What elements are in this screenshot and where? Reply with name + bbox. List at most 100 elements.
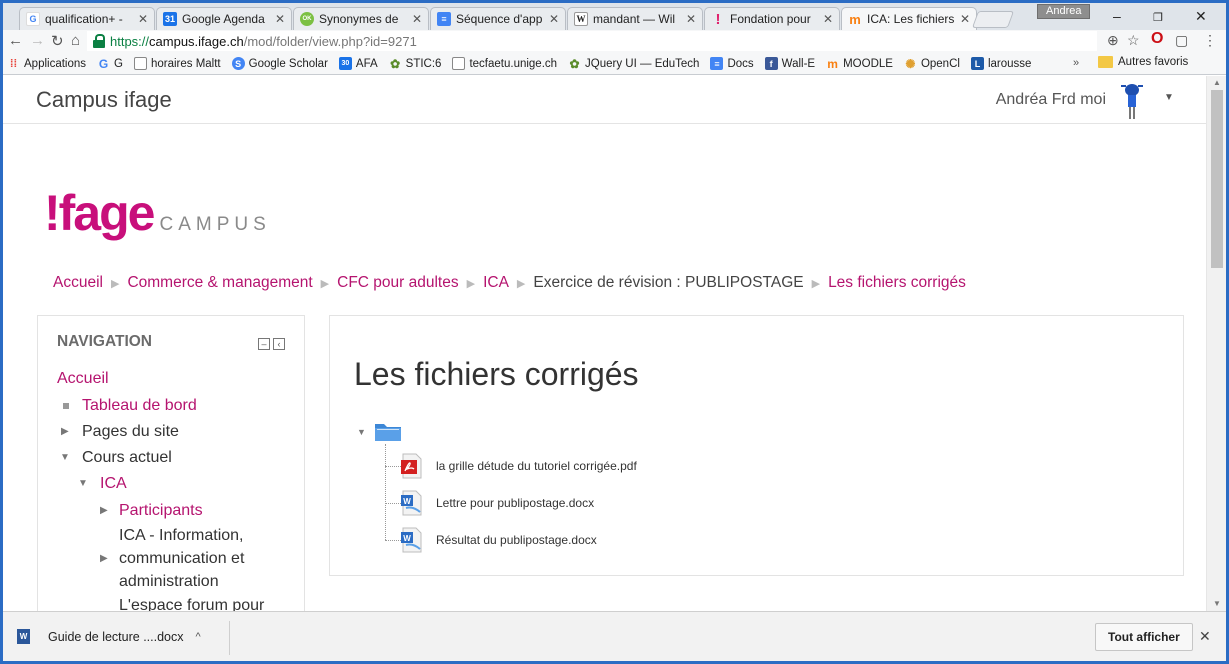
facebook-icon: f <box>764 57 778 70</box>
bookmark-star-icon[interactable]: ☆ <box>1127 32 1140 49</box>
window-close-icon[interactable]: ✕ <box>1195 8 1207 25</box>
breadcrumb-course[interactable]: ICA <box>483 274 509 291</box>
opera-icon[interactable]: O <box>1151 30 1163 48</box>
close-icon[interactable]: ✕ <box>275 12 285 26</box>
bookmark-item[interactable]: Llarousse <box>970 57 1032 70</box>
bookmark-item[interactable]: f Wall-E <box>764 57 815 70</box>
expand-icon[interactable]: ▶ <box>100 553 108 564</box>
avatar[interactable] <box>1115 79 1149 123</box>
folder-icon <box>375 424 401 441</box>
breadcrumb-category[interactable]: Commerce & management <box>127 274 312 291</box>
show-all-button[interactable]: Tout afficher <box>1095 623 1193 651</box>
close-icon[interactable]: ✕ <box>960 12 970 26</box>
file-item[interactable]: W Résultat du publipostage.docx <box>400 527 597 553</box>
breadcrumb-home[interactable]: Accueil <box>53 274 103 291</box>
file-item[interactable]: la grille détude du tutoriel corrigée.pd… <box>400 453 637 479</box>
google-icon: G <box>26 12 40 26</box>
tree-connector <box>385 503 401 504</box>
collapse-icon[interactable]: ▼ <box>357 427 366 437</box>
bookmark-item[interactable]: ✺ OpenCl <box>904 57 960 71</box>
collapse-block-icon[interactable]: – <box>258 338 270 350</box>
new-tab-button[interactable] <box>971 11 1015 28</box>
navigation-title: NAVIGATION <box>57 333 153 350</box>
address-bar[interactable]: https://campus.ifage.ch/mod/folder/view.… <box>87 31 1097 51</box>
collapse-icon[interactable]: ▼ <box>60 452 70 463</box>
scroll-down-icon[interactable]: ▼ <box>1213 599 1221 608</box>
breadcrumb-separator-icon: ▶ <box>466 278 476 290</box>
tab-6-active[interactable]: m ICA: Les fichiers ✕ <box>841 7 977 30</box>
bookmark-item[interactable]: tecfaetu.unige.ch <box>452 57 557 70</box>
scroll-up-icon[interactable]: ▲ <box>1213 78 1221 87</box>
tab-0[interactable]: Gqualification+ - ✕ <box>19 7 155 30</box>
close-icon[interactable]: ✕ <box>138 12 148 26</box>
tab-5[interactable]: ! Fondation pour ✕ <box>704 7 840 30</box>
nav-home[interactable]: Accueil <box>57 370 109 388</box>
reload-icon[interactable]: ↻ <box>51 32 64 50</box>
nav-current-course[interactable]: Cours actuel <box>82 449 172 467</box>
docs-icon: ≡ <box>710 57 724 70</box>
breadcrumb-separator-icon: ▶ <box>516 278 526 290</box>
close-shelf-icon[interactable]: ✕ <box>1199 628 1211 645</box>
close-icon[interactable]: ✕ <box>686 12 696 26</box>
moodle-icon: m <box>849 11 861 27</box>
google-icon: G <box>98 56 109 71</box>
tab-1[interactable]: 31 Google Agenda ✕ <box>156 7 292 30</box>
home-icon[interactable]: ⌂ <box>71 32 80 49</box>
nav-section-forum[interactable]: L'espace forum pour <box>119 597 264 611</box>
bookmark-item[interactable]: S Google Scholar <box>231 57 328 70</box>
close-icon[interactable]: ✕ <box>823 12 833 26</box>
bookmark-item[interactable]: ✿ JQuery UI — EduTech <box>568 57 700 71</box>
bookmarks-overflow-button[interactable]: » <box>1073 57 1079 69</box>
tab-label: mandant — Wil <box>593 12 676 26</box>
file-item[interactable]: W Lettre pour publipostage.docx <box>400 490 594 516</box>
download-item[interactable]: W Guide de lecture ....docx ^ <box>17 629 201 644</box>
bookmark-item[interactable]: GG <box>97 56 123 71</box>
back-icon[interactable]: ← <box>8 32 23 49</box>
chevron-down-icon[interactable]: ▼ <box>1164 92 1174 103</box>
zoom-icon[interactable]: ⊕ <box>1107 32 1119 49</box>
other-bookmarks[interactable]: Autres favoris <box>1098 56 1188 68</box>
scrollbar-thumb[interactable] <box>1211 90 1223 268</box>
minimize-icon[interactable]: – <box>1113 8 1121 24</box>
bookmark-label: larousse <box>987 57 1032 70</box>
close-icon[interactable]: ✕ <box>412 12 422 26</box>
bookmark-label: horaires Maltt <box>150 57 221 70</box>
docs-icon: ≡ <box>437 12 451 26</box>
bookmark-item[interactable]: horaires Maltt <box>133 57 221 70</box>
dock-block-icon[interactable]: ‹ <box>273 338 285 350</box>
bookmark-item[interactable]: 30 AFA <box>338 57 378 70</box>
user-name[interactable]: Andréa Frd moi <box>996 91 1106 109</box>
expand-icon[interactable]: ▶ <box>100 505 108 516</box>
browser-window: Gqualification+ - ✕ 31 Google Agenda ✕ OK Sy… <box>3 3 1226 661</box>
ifage-logo[interactable]: !fage CAMPUS <box>44 184 271 242</box>
nav-site-pages[interactable]: Pages du site <box>82 423 179 441</box>
expand-icon[interactable]: ▶ <box>61 426 69 437</box>
site-brand[interactable]: Campus ifage <box>36 87 172 113</box>
breadcrumb-subcategory[interactable]: CFC pour adultes <box>337 274 458 291</box>
profile-badge[interactable]: Andrea <box>1037 4 1091 19</box>
menu-icon[interactable]: ⋮ <box>1203 32 1217 49</box>
nav-section-line3[interactable]: administration <box>119 573 219 591</box>
nav-course-ica[interactable]: ICA <box>100 475 127 493</box>
tab-4[interactable]: Wmandant — Wil ✕ <box>567 7 703 30</box>
collapse-icon[interactable]: ▼ <box>78 478 88 489</box>
bookmark-label: MOODLE <box>843 57 893 70</box>
extension-icon[interactable]: ▢ <box>1175 32 1188 49</box>
folder-icon <box>1098 56 1113 68</box>
chevron-up-icon[interactable]: ^ <box>196 631 201 643</box>
tab-2[interactable]: OK Synonymes de ✕ <box>293 7 429 30</box>
bookmark-item[interactable]: ⁞⁞ Applications <box>7 57 86 70</box>
nav-dashboard[interactable]: Tableau de bord <box>82 397 197 415</box>
bookmark-item[interactable]: ≡ Docs <box>710 57 754 70</box>
tab-3[interactable]: ≡ Séquence d'app ✕ <box>430 7 566 30</box>
page-scrollbar[interactable]: ▲ ▼ <box>1206 76 1226 611</box>
bookmark-item[interactable]: ✿ STIC:6 <box>389 57 441 71</box>
close-icon[interactable]: ✕ <box>549 12 559 26</box>
breadcrumb-current[interactable]: Les fichiers corrigés <box>828 274 966 291</box>
nav-section-line2[interactable]: communication et <box>119 550 244 568</box>
nav-participants[interactable]: Participants <box>119 502 203 520</box>
nav-section-line1[interactable]: ICA - Information, <box>119 527 244 545</box>
forward-icon[interactable]: → <box>30 32 45 49</box>
restore-icon[interactable]: ❐ <box>1153 11 1163 24</box>
bookmark-item[interactable]: m MOODLE <box>826 57 893 71</box>
